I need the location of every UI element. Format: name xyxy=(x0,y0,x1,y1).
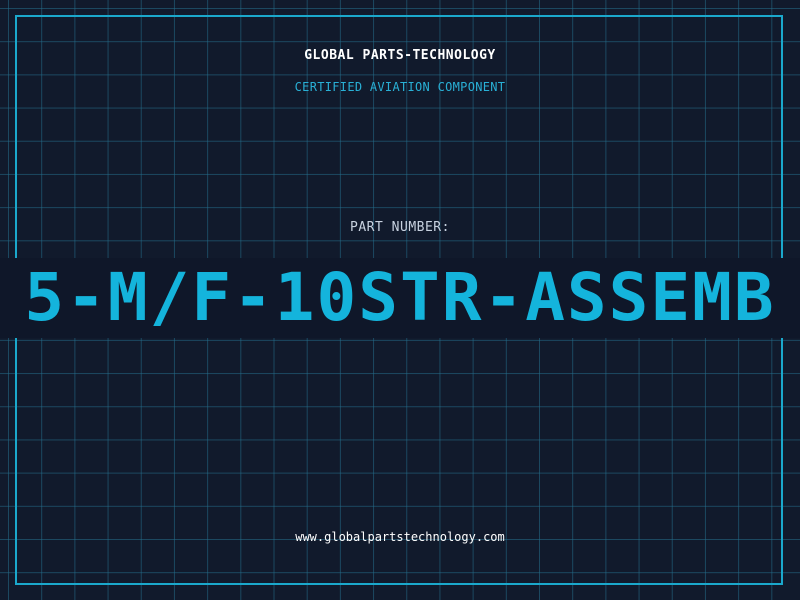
certificate-canvas: GLOBAL PARTS-TECHNOLOGY CERTIFIED AVIATI… xyxy=(0,0,800,600)
certification-subtitle: CERTIFIED AVIATION COMPONENT xyxy=(294,80,506,94)
part-number-value: 5-M/F-10STR-ASSEMB xyxy=(24,259,776,336)
part-number-band: 5-M/F-10STR-ASSEMB xyxy=(0,258,800,338)
company-name: GLOBAL PARTS-TECHNOLOGY xyxy=(304,48,496,63)
part-number-label: PART NUMBER: xyxy=(350,220,450,235)
website-link[interactable]: www.globalpartstechnology.com xyxy=(0,530,800,544)
